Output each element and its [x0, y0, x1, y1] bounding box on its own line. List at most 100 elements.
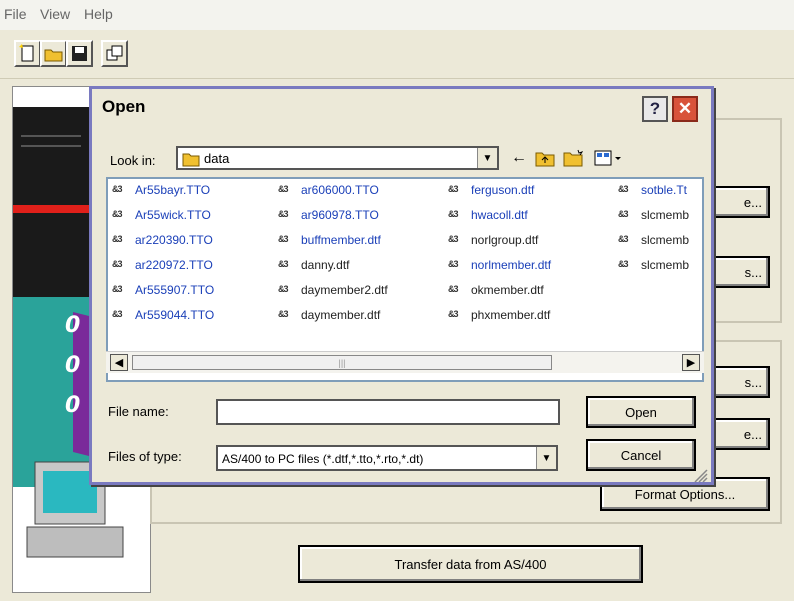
svg-text:0: 0 — [65, 393, 80, 418]
file-item-label: Ar55wick.TTO — [135, 208, 211, 222]
file-item[interactable]: &3 ar960978.TTO — [278, 208, 379, 222]
file-item[interactable]: &3 slcmemb — [618, 208, 689, 222]
file-item-label: ar960978.TTO — [301, 208, 379, 222]
files-of-type-label: Files of type: — [108, 449, 182, 464]
help-button[interactable]: ? — [642, 96, 668, 122]
file-item[interactable]: &3 slcmemb — [618, 258, 689, 272]
dialog-titlebar: Open ? ✕ — [92, 89, 711, 125]
file-item[interactable]: &3 norlmember.dtf — [448, 258, 551, 272]
file-item[interactable]: &3 daymember.dtf — [278, 308, 380, 322]
properties-button[interactable] — [101, 40, 128, 67]
file-icon: &3 — [278, 184, 289, 194]
file-item[interactable]: &3 ar220972.TTO — [112, 258, 213, 272]
file-icon: &3 — [278, 234, 289, 244]
file-item[interactable]: &3 ar606000.TTO — [278, 183, 379, 197]
scroll-right-icon[interactable]: ▶ — [682, 354, 700, 371]
file-item[interactable]: &3 sotble.Tt — [618, 183, 687, 197]
menu-file[interactable]: File — [4, 6, 27, 22]
close-button[interactable]: ✕ — [672, 96, 698, 122]
file-icon: &3 — [618, 259, 629, 269]
open-folder-icon — [44, 49, 63, 62]
horizontal-scrollbar[interactable]: ◀ ||| ▶ — [106, 351, 704, 373]
file-item[interactable]: &3 Ar559044.TTO — [112, 308, 214, 322]
file-item-label: hwacoll.dtf — [471, 208, 528, 222]
file-item[interactable]: &3 Ar555907.TTO — [112, 283, 214, 297]
file-icon: &3 — [112, 284, 123, 294]
file-item[interactable]: &3 slcmemb — [618, 233, 689, 247]
dialog-title: Open — [102, 97, 146, 116]
file-item[interactable]: &3 norlgroup.dtf — [448, 233, 538, 247]
file-item-label: slcmemb — [641, 233, 690, 247]
transfer-data-button[interactable]: Transfer data from AS/400 — [298, 545, 643, 583]
file-item-label: sotble.Tt — [641, 183, 688, 197]
new-folder-icon[interactable] — [562, 147, 584, 169]
file-item-label: danny.dtf — [301, 258, 350, 272]
file-icon: &3 — [448, 234, 459, 244]
file-icon: &3 — [618, 184, 629, 194]
file-icon: &3 — [112, 184, 123, 194]
file-item-label: phxmember.dtf — [471, 308, 551, 322]
file-item[interactable]: &3 Ar55bayr.TTO — [112, 183, 210, 197]
file-item-label: ar220972.TTO — [135, 258, 213, 272]
file-item[interactable]: &3 phxmember.dtf — [448, 308, 550, 322]
menu-help[interactable]: Help — [84, 6, 113, 22]
file-item[interactable]: &3 ar220390.TTO — [112, 233, 213, 247]
resize-grip-icon[interactable] — [690, 465, 708, 483]
file-item[interactable]: &3 ferguson.dtf — [448, 183, 534, 197]
files-of-type-value: AS/400 to PC files (*.dtf,*.tto,*.rto,*.… — [222, 452, 424, 466]
save-icon — [72, 46, 87, 61]
file-item-label: Ar559044.TTO — [135, 308, 215, 322]
file-name-label: File name: — [108, 404, 169, 419]
chevron-down-icon[interactable]: ▼ — [536, 447, 556, 469]
new-icon — [19, 44, 34, 62]
look-in-dropdown[interactable]: data ▼ — [176, 146, 499, 170]
file-item[interactable]: &3 okmember.dtf — [448, 283, 544, 297]
file-item[interactable]: &3 buffmember.dtf — [278, 233, 381, 247]
file-item-label: norlmember.dtf — [471, 258, 552, 272]
file-icon: &3 — [112, 309, 123, 319]
file-item[interactable]: &3 Ar55wick.TTO — [112, 208, 211, 222]
view-menu-icon[interactable] — [592, 147, 624, 169]
file-icon: &3 — [618, 234, 629, 244]
file-icon: &3 — [448, 209, 459, 219]
file-icon: &3 — [278, 309, 289, 319]
back-arrow-icon[interactable]: ← — [508, 147, 530, 169]
menu-view[interactable]: View — [40, 6, 70, 22]
file-icon: &3 — [278, 259, 289, 269]
file-item-label: ar606000.TTO — [301, 183, 379, 197]
file-item-label: Ar55bayr.TTO — [135, 183, 211, 197]
svg-text:0: 0 — [65, 353, 80, 378]
new-button[interactable] — [14, 40, 41, 67]
file-item[interactable]: &3 danny.dtf — [278, 258, 349, 272]
file-item[interactable]: &3 daymember2.dtf — [278, 283, 388, 297]
file-icon: &3 — [278, 209, 289, 219]
file-item[interactable]: &3 hwacoll.dtf — [448, 208, 528, 222]
file-icon: &3 — [112, 234, 123, 244]
scrollbar-thumb[interactable]: ||| — [132, 355, 552, 370]
file-icon: &3 — [618, 209, 629, 219]
file-item-label: okmember.dtf — [471, 283, 544, 297]
file-item-label: daymember.dtf — [301, 308, 381, 322]
file-icon: &3 — [448, 309, 459, 319]
file-name-input[interactable] — [216, 399, 560, 425]
file-icon: &3 — [278, 284, 289, 294]
look-in-value: data — [204, 151, 230, 166]
save-button[interactable] — [66, 40, 93, 67]
folder-icon — [182, 153, 200, 167]
open-dialog: Open ? ✕ Look in: data ▼ ← &3 Ar55bayr.TT… — [89, 86, 714, 485]
open-button[interactable]: Open — [586, 396, 696, 428]
file-icon: &3 — [448, 259, 459, 269]
open-button[interactable] — [40, 40, 67, 67]
menu-bar: File View Help — [0, 0, 794, 30]
cancel-button[interactable]: Cancel — [586, 439, 696, 471]
scroll-left-icon[interactable]: ◀ — [110, 354, 128, 371]
file-icon: &3 — [112, 209, 123, 219]
files-of-type-dropdown[interactable]: AS/400 to PC files (*.dtf,*.tto,*.rto,*.… — [216, 445, 558, 471]
file-item-label: Ar555907.TTO — [135, 283, 215, 297]
svg-text:0: 0 — [65, 313, 80, 338]
file-icon: &3 — [448, 184, 459, 194]
chevron-down-icon[interactable]: ▼ — [477, 148, 497, 168]
up-folder-icon[interactable] — [534, 147, 556, 169]
file-item-label: ar220390.TTO — [135, 233, 213, 247]
file-item-label: daymember2.dtf — [301, 283, 388, 297]
